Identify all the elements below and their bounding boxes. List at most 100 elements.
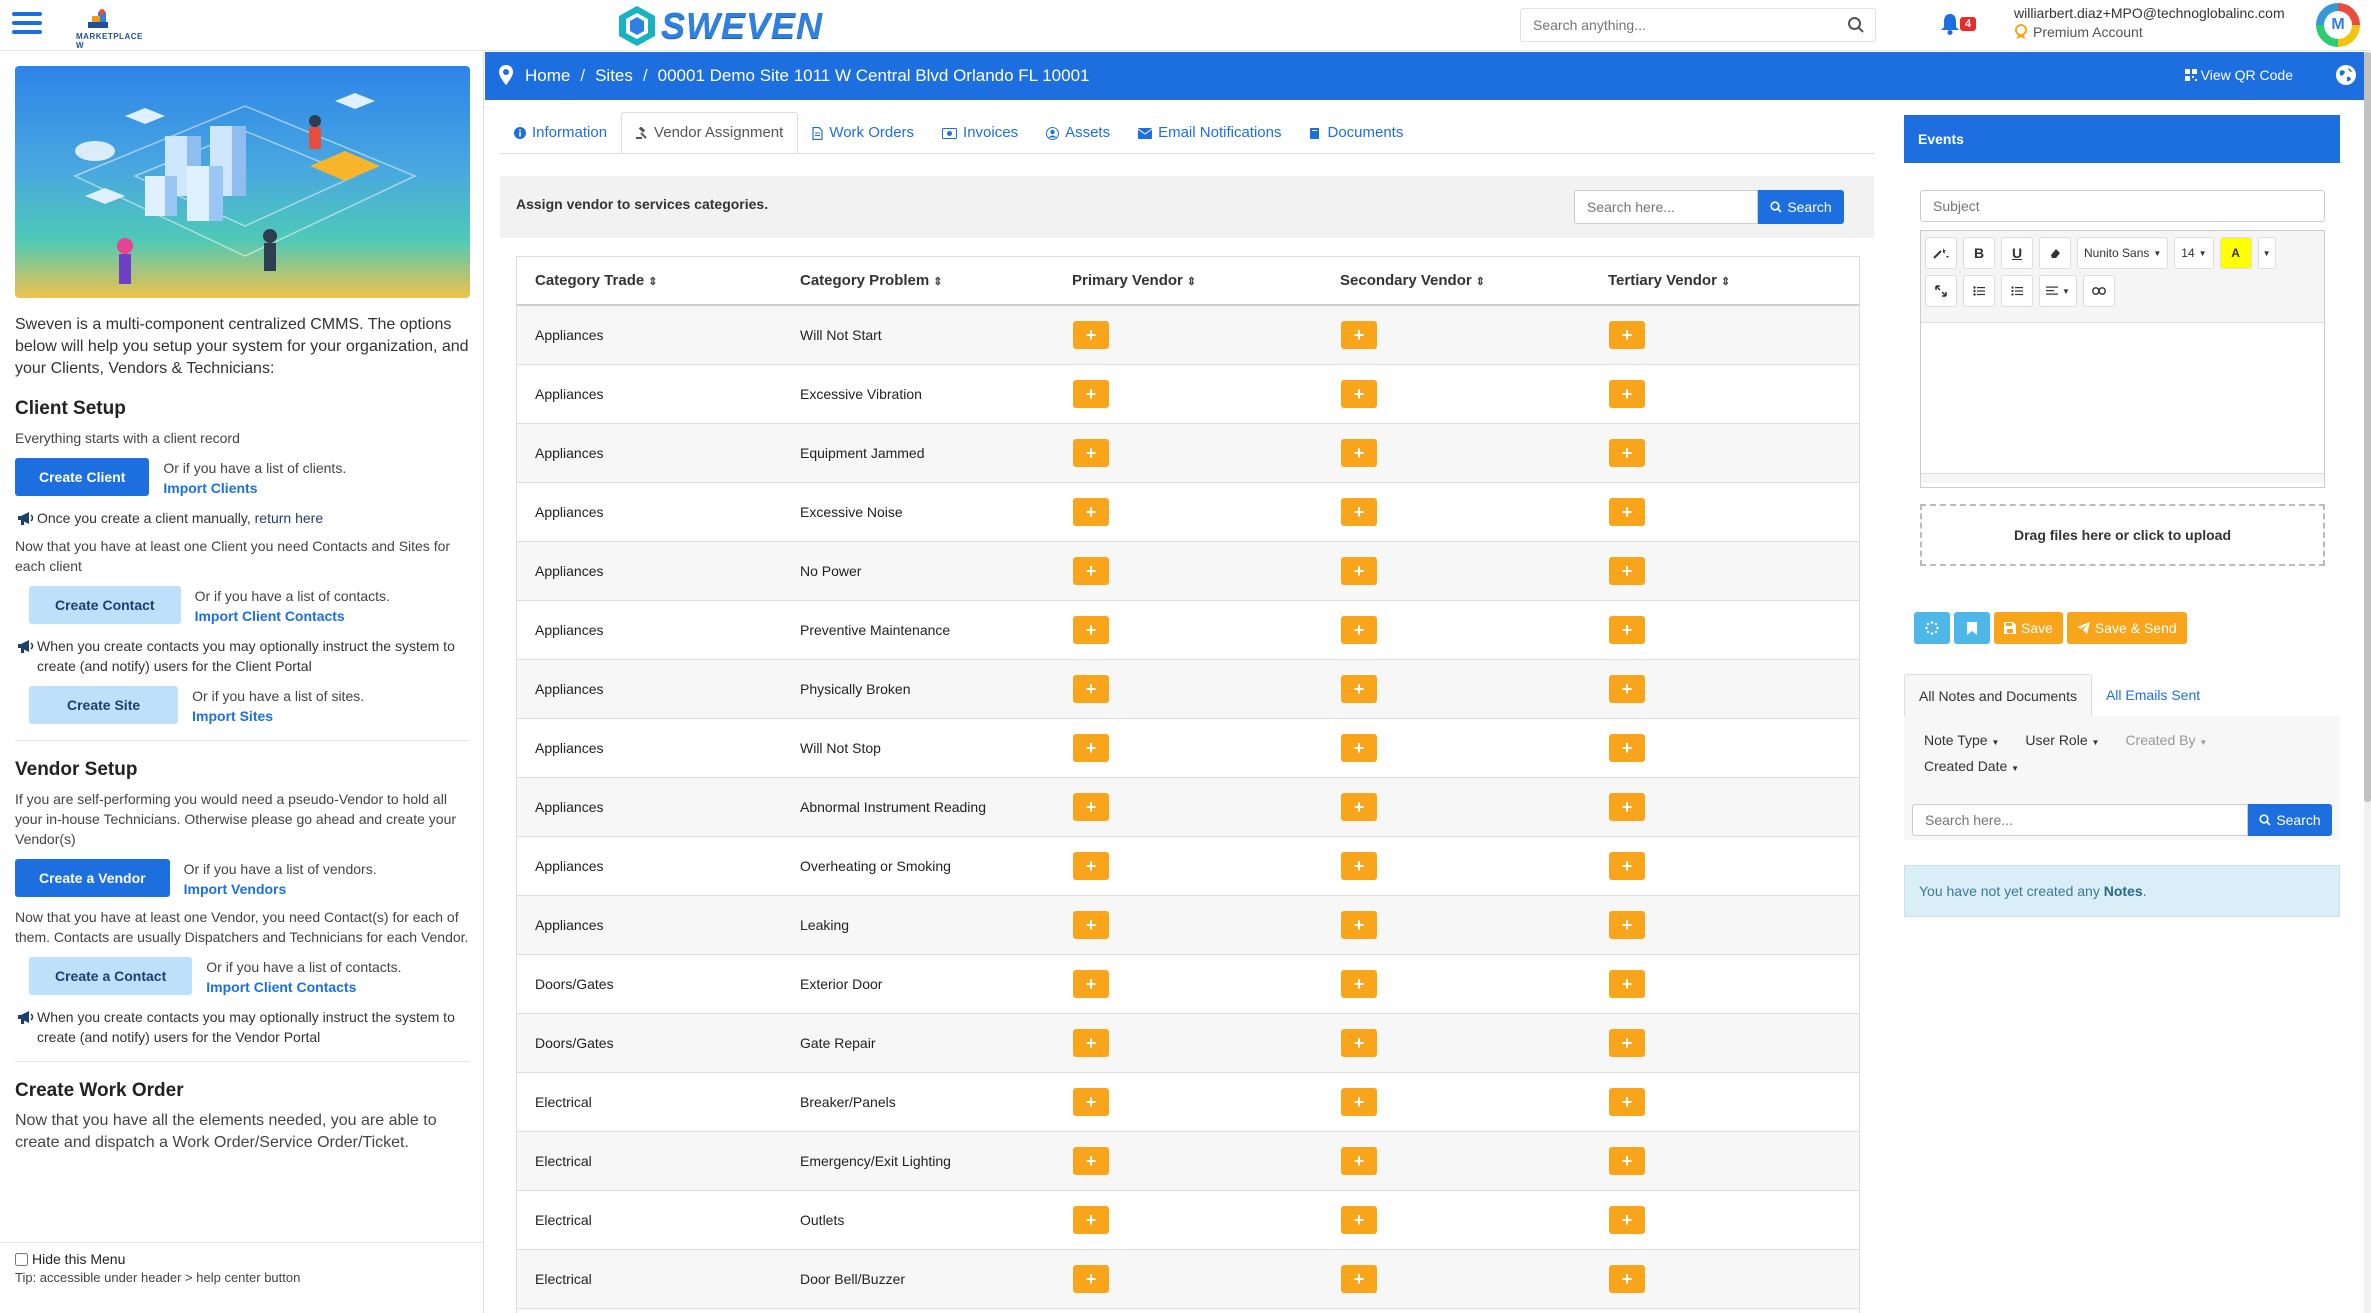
add-secondary-vendor-button[interactable]: + — [1341, 556, 1377, 585]
return-here-link[interactable]: return here — [255, 510, 323, 526]
add-tertiary-vendor-button[interactable]: + — [1609, 1205, 1645, 1234]
add-secondary-vendor-button[interactable]: + — [1341, 969, 1377, 998]
global-search-input[interactable] — [1521, 9, 1821, 41]
add-secondary-vendor-button[interactable]: + — [1341, 379, 1377, 408]
add-secondary-vendor-button[interactable]: + — [1341, 615, 1377, 644]
add-secondary-vendor-button[interactable]: + — [1341, 792, 1377, 821]
hide-menu-checkbox[interactable] — [15, 1252, 28, 1266]
create-vendor-button[interactable]: Create a Vendor — [15, 859, 170, 897]
eraser-button[interactable] — [2039, 237, 2071, 269]
add-primary-vendor-button[interactable]: + — [1073, 379, 1109, 408]
add-tertiary-vendor-button[interactable]: + — [1609, 1146, 1645, 1175]
tab-work-orders[interactable]: Work Orders — [798, 112, 928, 154]
tab-invoices[interactable]: Invoices — [928, 112, 1032, 154]
create-vendor-contact-button[interactable]: Create a Contact — [29, 957, 193, 995]
editor-content-area[interactable] — [1921, 323, 2324, 473]
filter-note-type[interactable]: Note Type ▼ — [1924, 732, 1999, 748]
create-site-button[interactable]: Create Site — [29, 686, 179, 724]
add-tertiary-vendor-button[interactable]: + — [1609, 674, 1645, 703]
unordered-list-button[interactable] — [1963, 275, 1995, 307]
page-scrollbar-thumb[interactable] — [2364, 52, 2371, 802]
tab-documents[interactable]: Documents — [1295, 112, 1417, 154]
file-dropzone[interactable]: Drag files here or click to upload — [1920, 504, 2325, 566]
add-tertiary-vendor-button[interactable]: + — [1609, 438, 1645, 467]
add-secondary-vendor-button[interactable]: + — [1341, 1205, 1377, 1234]
breadcrumb-sites[interactable]: Sites — [595, 66, 633, 86]
ordered-list-button[interactable] — [2001, 275, 2033, 307]
add-primary-vendor-button[interactable]: + — [1073, 438, 1109, 467]
fullscreen-button[interactable] — [1925, 275, 1957, 307]
add-tertiary-vendor-button[interactable]: + — [1609, 379, 1645, 408]
add-secondary-vendor-button[interactable]: + — [1341, 674, 1377, 703]
add-tertiary-vendor-button[interactable]: + — [1609, 497, 1645, 526]
add-primary-vendor-button[interactable]: + — [1073, 792, 1109, 821]
tab-all-emails[interactable]: All Emails Sent — [2092, 674, 2214, 716]
tab-information[interactable]: Information — [500, 112, 621, 154]
subject-input[interactable] — [1920, 190, 2325, 222]
editor-resize-handle[interactable] — [1921, 473, 2324, 483]
font-family-select[interactable]: Nunito Sans ▼ — [2077, 237, 2169, 269]
add-tertiary-vendor-button[interactable]: + — [1609, 320, 1645, 349]
font-size-select[interactable]: 14 ▼ — [2174, 237, 2214, 269]
add-secondary-vendor-button[interactable]: + — [1341, 733, 1377, 762]
notes-search-input[interactable] — [1912, 804, 2248, 836]
link-button[interactable] — [2082, 275, 2115, 307]
add-tertiary-vendor-button[interactable]: + — [1609, 851, 1645, 880]
add-primary-vendor-button[interactable]: + — [1073, 615, 1109, 644]
bell-icon[interactable] — [1940, 13, 1960, 35]
add-secondary-vendor-button[interactable]: + — [1341, 497, 1377, 526]
highlight-color-button[interactable]: A — [2219, 237, 2252, 269]
col-primary-vendor[interactable]: Primary Vendor ⇕ — [1054, 257, 1322, 306]
add-secondary-vendor-button[interactable]: + — [1341, 320, 1377, 349]
filter-created-by[interactable]: Created By ▼ — [2125, 732, 2207, 748]
tab-email-notifications[interactable]: Email Notifications — [1124, 112, 1295, 154]
underline-button[interactable]: U — [2001, 237, 2033, 269]
magic-wand-button[interactable] — [1925, 237, 1957, 269]
import-clients-link[interactable]: Import Clients — [163, 478, 346, 498]
add-secondary-vendor-button[interactable]: + — [1341, 1146, 1377, 1175]
bold-button[interactable]: B — [1963, 237, 1995, 269]
add-tertiary-vendor-button[interactable]: + — [1609, 556, 1645, 585]
sweven-logo[interactable]: SWEVEN — [617, 4, 823, 48]
add-tertiary-vendor-button[interactable]: + — [1609, 1028, 1645, 1057]
create-contact-button[interactable]: Create Contact — [29, 586, 181, 624]
add-tertiary-vendor-button[interactable]: + — [1609, 1264, 1645, 1293]
add-tertiary-vendor-button[interactable]: + — [1609, 969, 1645, 998]
save-button[interactable]: Save — [1994, 612, 2063, 644]
marketplace-logo[interactable]: MARKETPLACE W — [72, 8, 152, 50]
save-send-button[interactable]: Save & Send — [2066, 612, 2187, 644]
assign-search-button[interactable]: Search — [1758, 190, 1844, 224]
user-info[interactable]: williarbert.diaz+MPO@technoglobalinc.com… — [2014, 5, 2285, 40]
add-secondary-vendor-button[interactable]: + — [1341, 438, 1377, 467]
color-dropdown-button[interactable]: ▼ — [2257, 237, 2276, 269]
col-category-trade[interactable]: Category Trade ⇕ — [517, 257, 782, 306]
import-client-contacts-link[interactable]: Import Client Contacts — [195, 606, 390, 626]
globe-icon[interactable] — [2335, 64, 2357, 86]
avatar[interactable]: M — [2316, 3, 2360, 47]
breadcrumb-home[interactable]: Home — [525, 66, 570, 86]
spinner-button[interactable] — [1914, 612, 1950, 644]
add-primary-vendor-button[interactable]: + — [1073, 320, 1109, 349]
create-client-button[interactable]: Create Client — [15, 458, 150, 496]
add-secondary-vendor-button[interactable]: + — [1341, 1264, 1377, 1293]
add-tertiary-vendor-button[interactable]: + — [1609, 910, 1645, 939]
col-secondary-vendor[interactable]: Secondary Vendor ⇕ — [1322, 257, 1590, 306]
add-primary-vendor-button[interactable]: + — [1073, 556, 1109, 585]
add-tertiary-vendor-button[interactable]: + — [1609, 1087, 1645, 1116]
notes-search-button[interactable]: Search — [2248, 804, 2332, 836]
add-secondary-vendor-button[interactable]: + — [1341, 1028, 1377, 1057]
filter-user-role[interactable]: User Role ▼ — [2025, 732, 2099, 748]
add-secondary-vendor-button[interactable]: + — [1341, 851, 1377, 880]
align-select[interactable]: ▼ — [2039, 275, 2077, 307]
tab-all-notes[interactable]: All Notes and Documents — [1904, 674, 2092, 716]
import-vendor-client-contacts-link[interactable]: Import Client Contacts — [206, 977, 401, 997]
bookmark-button[interactable] — [1954, 612, 1990, 644]
add-primary-vendor-button[interactable]: + — [1073, 969, 1109, 998]
view-qr-code-button[interactable]: View QR Code — [2184, 67, 2293, 83]
add-primary-vendor-button[interactable]: + — [1073, 1264, 1109, 1293]
add-primary-vendor-button[interactable]: + — [1073, 851, 1109, 880]
add-primary-vendor-button[interactable]: + — [1073, 1087, 1109, 1116]
col-category-problem[interactable]: Category Problem ⇕ — [782, 257, 1054, 306]
import-vendors-link[interactable]: Import Vendors — [184, 879, 377, 899]
add-tertiary-vendor-button[interactable]: + — [1609, 733, 1645, 762]
